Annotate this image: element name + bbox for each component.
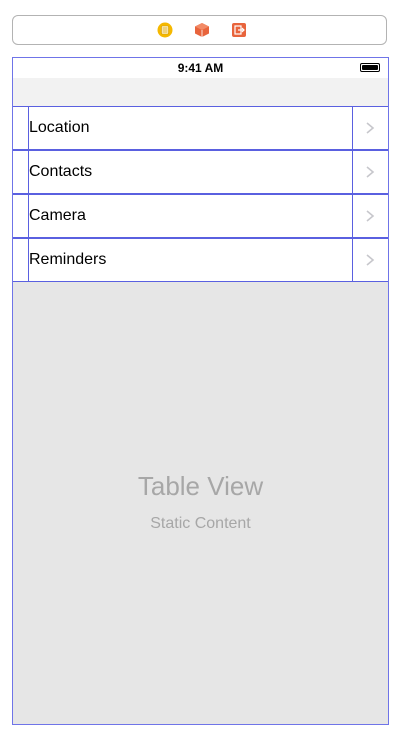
table-row-contacts[interactable]: Contacts xyxy=(13,150,388,194)
status-bar: 9:41 AM xyxy=(13,58,388,78)
exit-icon[interactable] xyxy=(231,22,247,38)
first-responder-icon[interactable] xyxy=(194,22,210,38)
placeholder-subtitle: Static Content xyxy=(150,515,251,532)
table-cell-content[interactable]: Camera xyxy=(28,194,353,238)
placeholder-title: Table View xyxy=(137,471,264,501)
row-label: Camera xyxy=(29,207,86,224)
iphone-canvas[interactable]: 9:41 AM Location Contacts Camera Reminde… xyxy=(12,57,389,725)
chevron-right-icon xyxy=(364,118,376,138)
table-cell-content[interactable]: Contacts xyxy=(28,150,353,194)
table-header-space xyxy=(13,78,388,106)
table-cell-content[interactable]: Reminders xyxy=(28,238,353,282)
row-label: Contacts xyxy=(29,163,93,180)
table-cell-content[interactable]: Location xyxy=(28,106,353,150)
status-time: 9:41 AM xyxy=(177,61,224,75)
chevron-right-icon xyxy=(364,250,376,270)
scene-dock xyxy=(12,15,387,45)
table-row-reminders[interactable]: Reminders xyxy=(13,238,388,282)
chevron-right-icon xyxy=(364,206,376,226)
battery-icon xyxy=(360,63,380,72)
row-label: Location xyxy=(29,119,90,136)
chevron-right-icon xyxy=(364,162,376,182)
view-controller-icon[interactable] xyxy=(157,22,173,38)
table-row-location[interactable]: Location xyxy=(13,106,388,150)
table-view[interactable]: Location Contacts Camera Reminders xyxy=(13,106,388,282)
table-row-camera[interactable]: Camera xyxy=(13,194,388,238)
row-label: Reminders xyxy=(29,251,107,268)
